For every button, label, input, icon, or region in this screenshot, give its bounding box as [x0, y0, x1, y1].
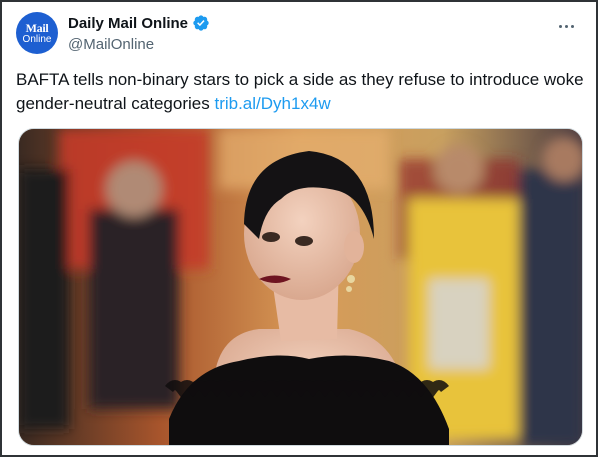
tweet-media-photo[interactable] [18, 128, 583, 446]
tweet-text: BAFTA tells non-binary stars to pick a s… [16, 68, 586, 116]
avatar-logo-text-line1: Mail [25, 20, 49, 35]
tweet-link[interactable]: trib.al/Dyh1x4w [214, 94, 330, 113]
display-name-row: Daily Mail Online [68, 14, 210, 32]
tweet-card[interactable]: Mail Online Daily Mail Online @MailOnlin… [0, 0, 598, 457]
verified-badge-icon [192, 14, 210, 32]
avatar[interactable]: Mail Online [16, 12, 58, 54]
avatar-logo-text-line2: Online [22, 33, 52, 45]
more-horizontal-icon[interactable] [554, 16, 578, 36]
photo-illustration [19, 129, 582, 445]
account-handle[interactable]: @MailOnline [68, 36, 210, 53]
tweet-header: Mail Online Daily Mail Online @MailOnlin… [16, 12, 586, 56]
display-name[interactable]: Daily Mail Online [68, 15, 188, 32]
account-names: Daily Mail Online @MailOnline [68, 14, 210, 53]
